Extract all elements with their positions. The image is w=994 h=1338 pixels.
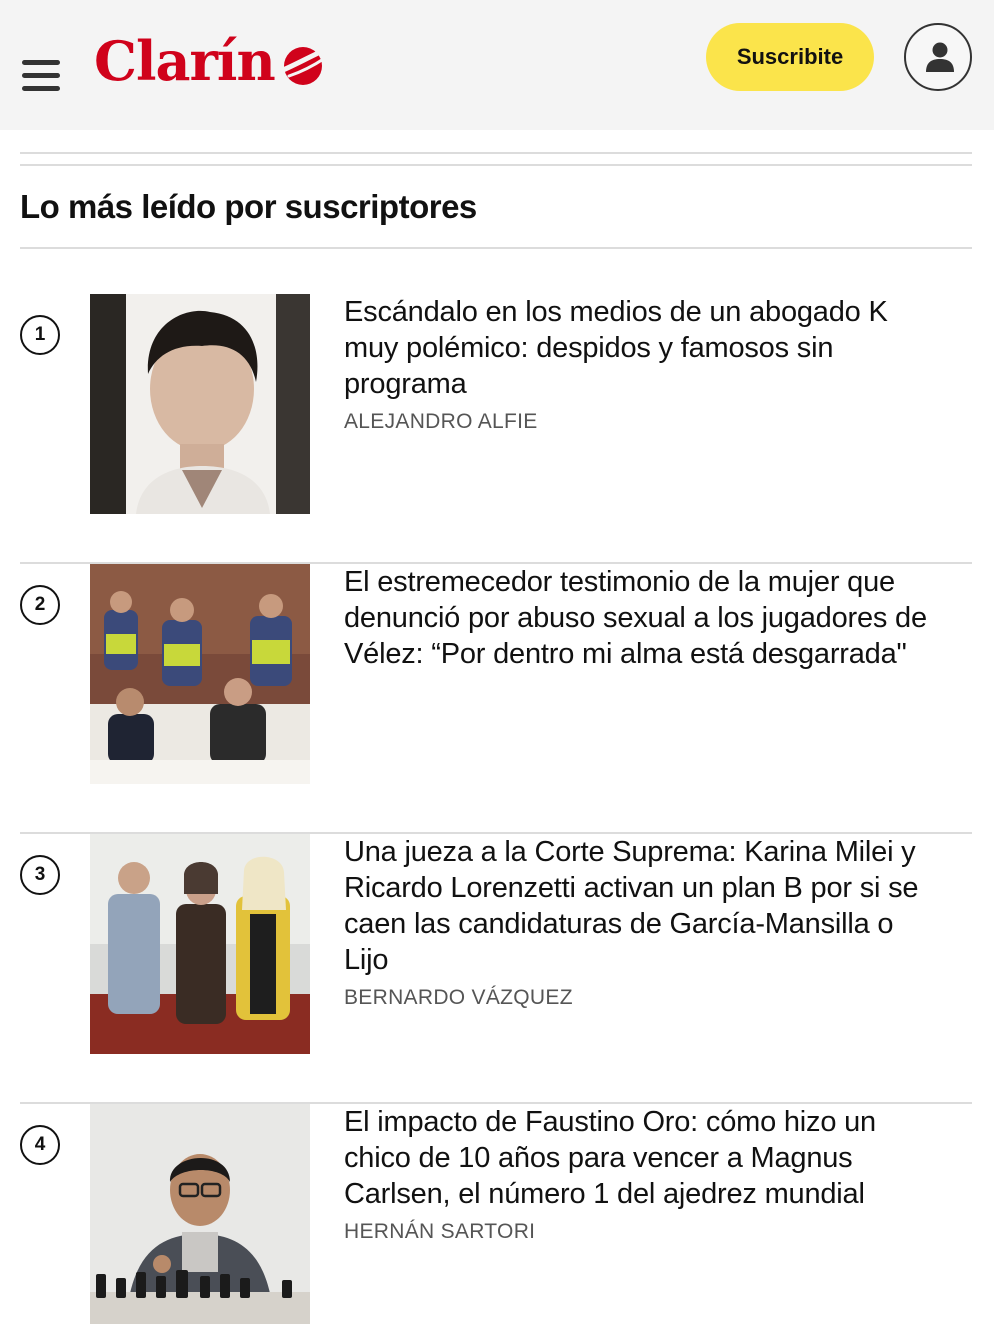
article-image[interactable]: [90, 564, 310, 784]
subscribe-button[interactable]: Suscribite: [706, 23, 874, 91]
user-account-button[interactable]: [904, 23, 972, 91]
article-item[interactable]: 3 Una jueza a la Corte Suprema: Karina M…: [20, 834, 972, 1104]
logo-mark-icon: [280, 45, 331, 85]
group-photo: [90, 834, 310, 1054]
article-image[interactable]: [90, 294, 310, 514]
title-divider: [20, 247, 972, 249]
hamburger-menu-icon[interactable]: [22, 58, 62, 94]
menu-line: [22, 73, 60, 78]
article-image[interactable]: [90, 834, 310, 1054]
portrait-photo: [90, 294, 310, 514]
rank-badge: 1: [20, 315, 60, 355]
menu-line: [22, 86, 60, 91]
section-divider: [20, 164, 972, 166]
article-author[interactable]: BERNARDO VÁZQUEZ: [344, 986, 573, 1010]
article-author[interactable]: ALEJANDRO ALFIE: [344, 410, 538, 434]
chess-player-photo: [90, 1104, 310, 1324]
menu-line: [22, 60, 60, 65]
rank-badge: 2: [20, 585, 60, 625]
clarin-logo[interactable]: Clarín: [94, 26, 331, 96]
top-bar: Clarín Suscribite: [0, 0, 994, 130]
user-icon: [926, 42, 954, 72]
section-divider: [20, 152, 972, 154]
logo-wordmark: Clarín: [94, 29, 276, 93]
rank-badge: 3: [20, 855, 60, 895]
article-headline[interactable]: El estremecedor testimonio de la mujer q…: [344, 564, 934, 672]
article-headline[interactable]: Escándalo en los medios de un abogado K …: [344, 294, 934, 402]
article-image[interactable]: [90, 1104, 310, 1324]
courtroom-photo: [90, 564, 310, 784]
rank-badge: 4: [20, 1125, 60, 1165]
article-item[interactable]: 4 El impacto de Faustino Oro: cómo hizo …: [20, 1104, 972, 1338]
article-headline[interactable]: El impacto de Faustino Oro: cómo hizo un…: [344, 1104, 934, 1212]
article-item[interactable]: 2 El estremecedor testimonio de la mujer…: [20, 564, 972, 834]
section-title: Lo más leído por suscriptores: [20, 188, 477, 225]
article-headline[interactable]: Una jueza a la Corte Suprema: Karina Mil…: [344, 834, 934, 978]
article-author[interactable]: HERNÁN SARTORI: [344, 1220, 535, 1244]
article-item[interactable]: 1 Escándalo en los medios de un abogado …: [20, 294, 972, 564]
